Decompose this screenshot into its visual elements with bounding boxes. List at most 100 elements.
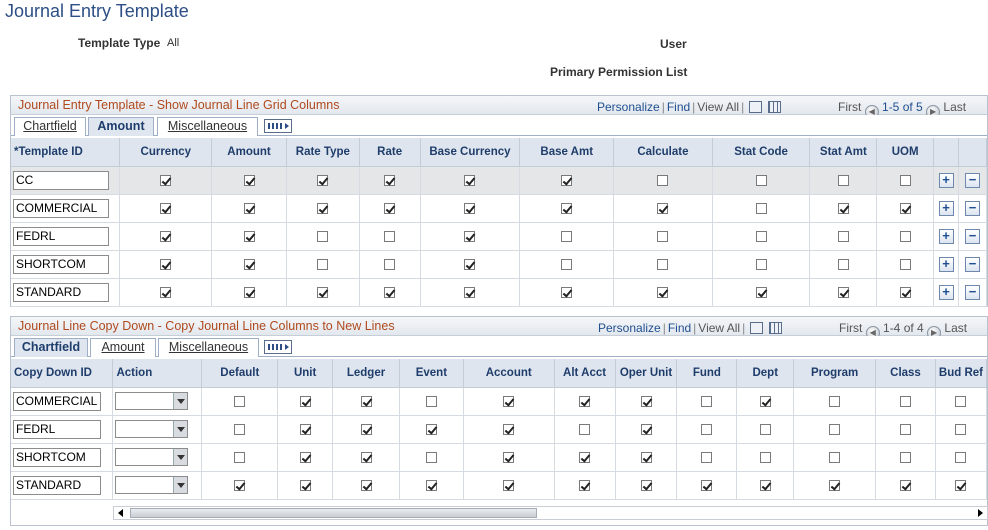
column-checkbox[interactable] xyxy=(561,175,573,187)
column-checkbox[interactable] xyxy=(899,396,911,408)
grid2-personalize-link[interactable]: Personalize xyxy=(598,321,661,335)
grid2-first[interactable]: First xyxy=(839,321,862,335)
column-checkbox[interactable] xyxy=(464,287,476,299)
column-checkbox[interactable] xyxy=(899,231,911,243)
column-checkbox[interactable] xyxy=(234,424,246,436)
column-checkbox[interactable] xyxy=(755,259,767,271)
column-checkbox[interactable] xyxy=(360,480,372,492)
copy-down-id-input[interactable]: STANDARD xyxy=(13,475,101,495)
column-checkbox[interactable] xyxy=(384,259,396,271)
column-checkbox[interactable] xyxy=(955,424,967,436)
scroll-left-icon[interactable] xyxy=(114,507,128,519)
column-checkbox[interactable] xyxy=(243,231,255,243)
column-checkbox[interactable] xyxy=(561,203,573,215)
delete-row-button[interactable]: − xyxy=(964,256,980,272)
column-checkbox[interactable] xyxy=(829,452,841,464)
chevron-down-icon[interactable] xyxy=(173,393,188,409)
delete-row-button[interactable]: − xyxy=(964,200,980,216)
action-dropdown[interactable] xyxy=(115,392,189,410)
column-checkbox[interactable] xyxy=(899,175,911,187)
delete-row-button[interactable]: − xyxy=(964,284,980,300)
column-checkbox[interactable] xyxy=(243,259,255,271)
column-checkbox[interactable] xyxy=(829,424,841,436)
column-checkbox[interactable] xyxy=(425,424,437,436)
column-checkbox[interactable] xyxy=(701,396,713,408)
column-checkbox[interactable] xyxy=(759,396,771,408)
column-checkbox[interactable] xyxy=(579,424,591,436)
column-checkbox[interactable] xyxy=(503,452,515,464)
action-dropdown[interactable] xyxy=(115,448,189,466)
grid2-tab-chartfield[interactable]: Chartfield xyxy=(14,338,88,357)
chevron-down-icon[interactable] xyxy=(173,477,188,493)
add-row-button[interactable]: + xyxy=(938,200,954,216)
column-checkbox[interactable] xyxy=(657,203,669,215)
download-grid-icon[interactable] xyxy=(769,322,783,334)
column-checkbox[interactable] xyxy=(464,231,476,243)
column-checkbox[interactable] xyxy=(899,259,911,271)
grid2-tab-miscellaneous[interactable]: Miscellaneous xyxy=(158,338,259,357)
delete-row-button[interactable]: − xyxy=(964,228,980,244)
column-checkbox[interactable] xyxy=(317,203,329,215)
column-checkbox[interactable] xyxy=(701,480,713,492)
template-id-input[interactable]: FEDRL xyxy=(13,226,109,246)
column-checkbox[interactable] xyxy=(243,287,255,299)
column-checkbox[interactable] xyxy=(579,480,591,492)
column-checkbox[interactable] xyxy=(234,452,246,464)
copy-down-id-input[interactable]: SHORTCOM xyxy=(13,447,101,467)
column-checkbox[interactable] xyxy=(829,480,841,492)
action-dropdown[interactable] xyxy=(115,476,189,494)
action-dropdown[interactable] xyxy=(115,420,189,438)
column-checkbox[interactable] xyxy=(561,231,573,243)
column-checkbox[interactable] xyxy=(317,175,329,187)
template-id-input[interactable]: SHORTCOM xyxy=(13,254,109,274)
column-checkbox[interactable] xyxy=(561,259,573,271)
column-checkbox[interactable] xyxy=(160,287,172,299)
column-checkbox[interactable] xyxy=(503,396,515,408)
template-id-input[interactable]: COMMERCIAL xyxy=(13,198,109,218)
grid2-last[interactable]: Last xyxy=(944,321,967,335)
show-all-columns-icon[interactable] xyxy=(264,119,292,133)
grid1-tab-amount[interactable]: Amount xyxy=(88,117,154,136)
column-checkbox[interactable] xyxy=(657,287,669,299)
download-grid-icon[interactable] xyxy=(768,101,782,113)
grid1-view-all[interactable]: View All xyxy=(697,100,739,114)
chevron-down-icon[interactable] xyxy=(173,449,188,465)
column-checkbox[interactable] xyxy=(243,203,255,215)
column-checkbox[interactable] xyxy=(384,203,396,215)
column-checkbox[interactable] xyxy=(299,480,311,492)
column-checkbox[interactable] xyxy=(384,231,396,243)
grid1-first[interactable]: First xyxy=(838,100,861,114)
column-checkbox[interactable] xyxy=(503,480,515,492)
column-checkbox[interactable] xyxy=(317,259,329,271)
copy-down-id-input[interactable]: FEDRL xyxy=(13,419,101,439)
horizontal-scrollbar[interactable] xyxy=(113,506,988,520)
column-checkbox[interactable] xyxy=(657,259,669,271)
column-checkbox[interactable] xyxy=(360,452,372,464)
column-checkbox[interactable] xyxy=(317,287,329,299)
column-checkbox[interactable] xyxy=(160,231,172,243)
column-checkbox[interactable] xyxy=(899,480,911,492)
grid1-last[interactable]: Last xyxy=(943,100,966,114)
add-row-button[interactable]: + xyxy=(938,256,954,272)
column-checkbox[interactable] xyxy=(464,175,476,187)
column-checkbox[interactable] xyxy=(464,203,476,215)
add-row-button[interactable]: + xyxy=(938,228,954,244)
column-checkbox[interactable] xyxy=(955,480,967,492)
column-checkbox[interactable] xyxy=(955,396,967,408)
column-checkbox[interactable] xyxy=(360,396,372,408)
column-checkbox[interactable] xyxy=(755,231,767,243)
column-checkbox[interactable] xyxy=(657,175,669,187)
column-checkbox[interactable] xyxy=(640,480,652,492)
grid1-find-link[interactable]: Find xyxy=(667,100,690,114)
grid2-find-link[interactable]: Find xyxy=(668,321,691,335)
template-id-input[interactable]: STANDARD xyxy=(13,282,109,302)
column-checkbox[interactable] xyxy=(384,287,396,299)
column-checkbox[interactable] xyxy=(317,231,329,243)
scroll-right-icon[interactable] xyxy=(973,507,987,519)
column-checkbox[interactable] xyxy=(837,231,849,243)
column-checkbox[interactable] xyxy=(837,259,849,271)
grid1-tab-miscellaneous[interactable]: Miscellaneous xyxy=(157,117,258,136)
column-checkbox[interactable] xyxy=(759,424,771,436)
column-checkbox[interactable] xyxy=(384,175,396,187)
grid2-tab-amount[interactable]: Amount xyxy=(90,338,156,357)
